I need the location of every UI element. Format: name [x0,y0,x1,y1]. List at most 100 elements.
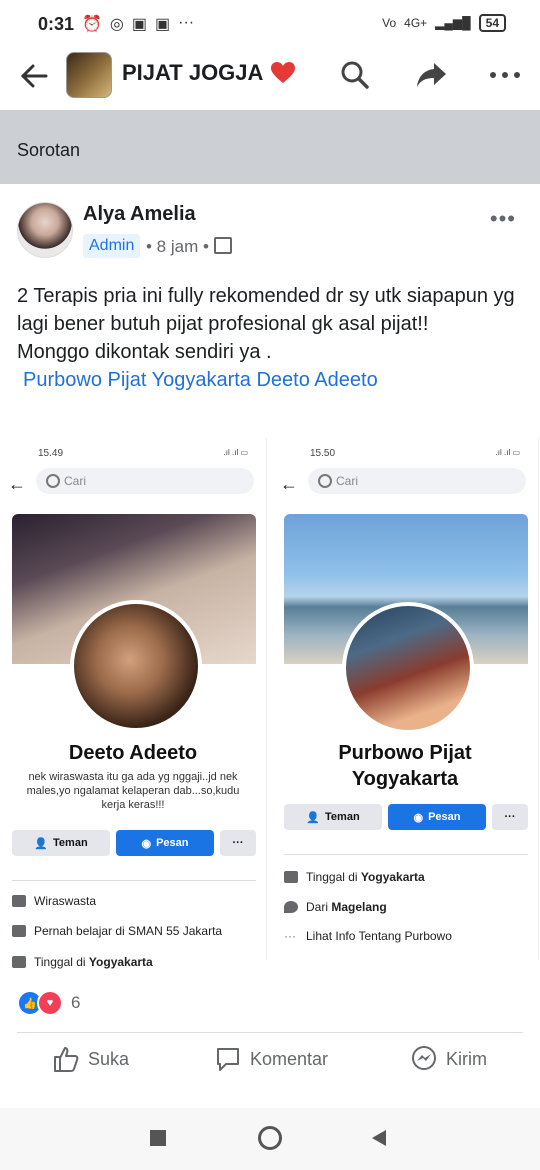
profile-screenshot-right[interactable]: 15.50 .ıl .ıl ▭ ← Cari Purbowo Pijat Yog… [272,438,539,960]
more-button: ··· [220,830,256,856]
status-time: 0:31 [38,14,75,34]
info-text: Tinggal di [306,870,361,884]
like-button[interactable]: Suka [52,1045,129,1073]
briefcase-icon [12,895,26,907]
info-row-lives: Tinggal di Yogyakarta [284,870,425,884]
admin-badge: Admin [83,234,141,258]
mini-status-time: 15.50 [310,448,336,459]
message-label: Pesan [156,837,189,849]
mini-search-placeholder: Cari [64,474,87,488]
friend-button: 👤 Teman [284,804,382,830]
reactions-summary[interactable]: 👍 ♥ 6 [17,990,80,1016]
audience-icon [213,237,232,254]
info-row-work: Wiraswasta [12,894,96,908]
mini-status-icons: .ıl .ıl ▭ [495,448,520,457]
app-icon: ▣ [131,16,148,33]
back-icon[interactable] [370,1128,388,1148]
dots-icon: ··· [284,929,296,943]
friend-icon: 👤 [34,837,49,850]
info-text: Wiraswasta [34,894,97,908]
info-bold: Yogyakarta [88,955,153,969]
comment-label: Komentar [250,1048,329,1069]
status-bar: 0:31 ⏰ ◎ ▣ ▣ ··· Vo 4G+ ▂▄▆█ 54 [0,0,540,48]
author-name[interactable]: Alya Amelia [83,203,196,226]
section-label: Sorotan [17,140,81,160]
tagged-people[interactable]: Purbowo Pijat Yogyakarta Deeto Adeeto [23,366,527,394]
comment-icon [217,1048,239,1071]
messenger-icon: ◉ [141,837,152,850]
share-icon[interactable] [414,58,448,92]
mini-search-icon [46,474,60,488]
mini-search-placeholder: Cari [336,474,359,488]
back-arrow-icon[interactable] [16,58,52,94]
home-icon [12,956,26,968]
graduation-cap-icon [12,925,26,937]
send-button[interactable]: Kirim [410,1045,487,1073]
post-text-line: Monggo dikontak sendiri ya . [17,341,272,363]
battery-indicator: 54 [478,14,506,32]
send-label: Kirim [446,1048,487,1069]
system-icons: Vo 4G+ ▂▄▆█ 54 [382,14,506,32]
alarm-icon: ⏰ [82,16,102,33]
mini-search-icon [318,474,332,488]
messenger-icon: ◉ [413,811,424,824]
post-more-icon[interactable]: ••• [490,206,516,232]
app-icon-2: ▣ [155,16,171,33]
love-reaction-icon: ♥ [37,990,63,1016]
more-options-icon[interactable] [488,58,522,92]
divider [284,854,528,855]
info-text: Dari [306,900,332,914]
profile-actions: 👤 Teman ◉ Pesan ··· [284,804,528,830]
mini-status-time: 15.49 [38,448,64,459]
group-thumbnail[interactable] [66,52,112,98]
heart-icon [271,62,295,83]
info-text: Tinggal di [34,955,89,969]
messenger-icon [412,1046,436,1070]
post-time: • 8 jam • [146,237,209,256]
recents-icon[interactable] [150,1130,166,1146]
profile-bio: nek wiraswasta itu ga ada yg nggaji..jd … [26,771,240,811]
location-pin-icon [284,901,298,913]
post-actions: Suka Komentar Kirim [0,1045,540,1085]
profile-name-line2: Yogyakarta [351,768,459,790]
signal-icon: ▂▄▆█ [435,16,471,30]
info-row-education: Pernah belajar di SMAN 55 Jakarta [12,924,222,938]
thumbs-up-icon [54,1047,79,1072]
info-row-from: Dari Magelang [284,900,387,914]
profile-name-line1: Purbowo Pijat [338,742,472,764]
whatsapp-icon: ◎ [109,16,124,33]
mini-back-icon: ← [280,474,298,494]
info-row-see-more: ··· Lihat Info Tentang Purbowo [284,929,452,943]
mini-back-icon: ← [8,474,26,494]
profile-name: Deeto Adeeto [68,742,198,764]
mini-search-bar: Cari [36,468,254,494]
post-text-line: 2 Terapis pria ini fully rekomended dr s… [17,285,515,335]
volte-icon: Vo [382,16,397,30]
search-icon[interactable] [338,58,372,92]
group-title[interactable]: PIJAT JOGJA [122,60,263,86]
highlight-section: Sorotan [0,110,540,184]
author-avatar[interactable] [17,202,73,258]
info-bold: Yogyakarta [360,870,425,884]
app-bar: PIJAT JOGJA [0,48,540,108]
more-button: ··· [492,804,528,830]
comment-button[interactable]: Komentar [214,1045,328,1073]
friend-label: Teman [53,837,88,849]
reaction-count: 6 [71,993,81,1012]
mini-status-icons: .ıl .ıl ▭ [223,448,248,457]
profile-screenshot-left[interactable]: 15.49 .ıl .ıl ▭ ← Cari Deeto Adeeto nek … [0,438,267,969]
message-button: ◉ Pesan [116,830,214,856]
friend-label: Teman [325,811,360,823]
home-icon[interactable] [258,1126,282,1150]
more-notifications-icon: ··· [178,14,195,31]
info-bold: Magelang [331,900,387,914]
divider [12,880,256,881]
profile-photo [70,600,202,732]
system-nav-bar [0,1108,540,1170]
profile-actions: 👤 Teman ◉ Pesan ··· [12,830,256,856]
info-text: Pernah belajar di SMAN 55 Jakarta [34,924,223,938]
post-meta: • 8 jam • [146,237,232,257]
notification-icons: ⏰ ◎ ▣ ▣ ··· [82,14,194,34]
message-label: Pesan [428,811,461,823]
message-button: ◉ Pesan [388,804,486,830]
